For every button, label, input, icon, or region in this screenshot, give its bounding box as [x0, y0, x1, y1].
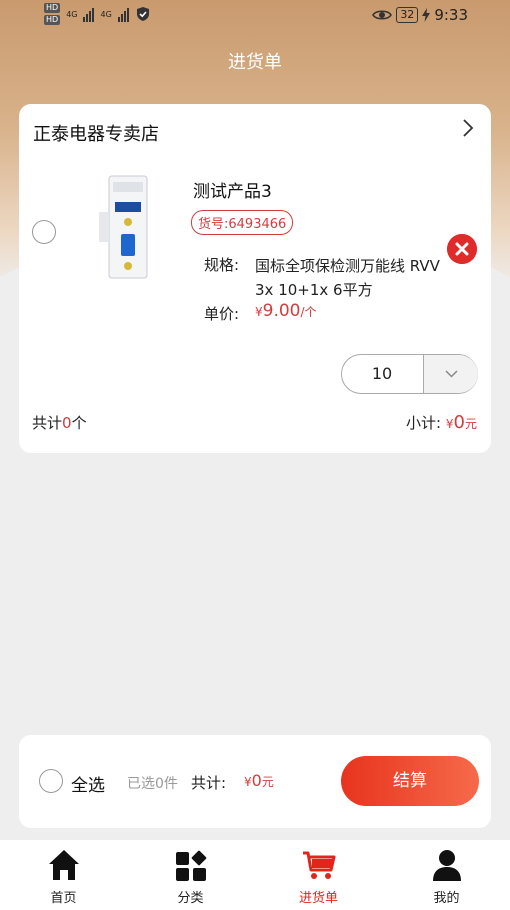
- spec-value: 国标全项保检测万能线 RVV 3x 10+1x 6平方: [255, 257, 440, 299]
- tab-label: 我的: [433, 891, 460, 906]
- total-label: 共计:: [191, 774, 227, 792]
- tab-profile[interactable]: 我的: [383, 840, 510, 910]
- spec-label: 规格:: [204, 256, 240, 274]
- shop-card: 正泰电器专卖店 测试产品3 货号:6493466 规格: 国标全项保检测万能线 …: [19, 104, 491, 453]
- status-right: 32 9:33: [372, 6, 468, 24]
- select-all-checkbox[interactable]: [39, 769, 63, 793]
- tab-bar: 首页 分类 进货单 我的: [0, 840, 510, 910]
- chevron-down-icon: [445, 370, 458, 378]
- clock: 9:33: [434, 6, 468, 24]
- sku-badge: 货号:6493466: [191, 210, 294, 235]
- hd-badge: HD: [44, 15, 61, 25]
- battery-level: 32: [396, 7, 419, 23]
- count-number: 0: [62, 414, 72, 432]
- count-prefix: 共计: [32, 414, 63, 432]
- user-icon: [433, 850, 461, 881]
- quantity-dropdown-button[interactable]: [423, 355, 478, 393]
- total-unit: 元: [261, 775, 274, 789]
- signal-icon: [117, 6, 129, 22]
- tab-label: 进货单: [298, 891, 338, 906]
- cart-icon: [303, 851, 336, 879]
- charging-icon: [422, 8, 431, 22]
- price-currency: ¥: [255, 305, 263, 319]
- count-suffix: 个: [71, 414, 87, 432]
- tab-category[interactable]: 分类: [127, 840, 254, 910]
- subtotal: 小计: ¥0元: [406, 412, 477, 433]
- tab-label: 分类: [177, 891, 204, 906]
- select-all-label[interactable]: 全选: [71, 771, 105, 796]
- unit-price: ¥9.00/个: [255, 301, 317, 321]
- network-type: 4G: [66, 9, 78, 19]
- home-icon: [49, 850, 79, 880]
- shield-check-icon: [136, 7, 149, 21]
- item-count: 共计0个: [32, 412, 87, 433]
- total-price: ¥0元: [244, 771, 274, 790]
- subtotal-value: 0: [453, 412, 465, 433]
- product-name[interactable]: 测试产品3: [193, 177, 272, 202]
- quantity-stepper: 10: [341, 354, 478, 394]
- checkout-button[interactable]: 结算: [341, 756, 479, 806]
- hd-badge: HD: [44, 3, 61, 13]
- signal-icon: [83, 6, 95, 22]
- total-value: 0: [251, 771, 262, 790]
- status-bar: HD HD 4G 4G 32 9:33: [0, 0, 510, 34]
- item-select-checkbox[interactable]: [32, 220, 56, 244]
- tab-home[interactable]: 首页: [0, 840, 127, 910]
- page-title: 进货单: [228, 52, 282, 73]
- price-label: 单价:: [204, 305, 240, 323]
- subtotal-unit: 元: [464, 417, 477, 431]
- network-type: 4G: [100, 9, 112, 19]
- subtotal-currency: ¥: [445, 417, 454, 431]
- status-left: HD HD 4G 4G: [44, 3, 151, 25]
- checkout-bar: 全选 已选0件 共计: ¥0元 结算: [19, 735, 491, 828]
- subtotal-label: 小计:: [406, 414, 442, 432]
- network-indicators: HD HD: [44, 3, 61, 25]
- eye-icon: [372, 10, 393, 20]
- selected-count: 已选0件: [127, 776, 178, 792]
- price-value: 9.00: [262, 301, 301, 321]
- quantity-input[interactable]: 10: [342, 355, 422, 393]
- tab-cart[interactable]: 进货单: [255, 840, 382, 910]
- total-currency: ¥: [244, 775, 252, 789]
- tab-label: 首页: [50, 891, 77, 906]
- price-unit: /个: [300, 305, 317, 319]
- category-icon: [176, 850, 207, 881]
- shop-name[interactable]: 正泰电器专卖店: [33, 120, 159, 146]
- chevron-right-icon[interactable]: [461, 118, 475, 138]
- product-image[interactable]: [95, 172, 161, 282]
